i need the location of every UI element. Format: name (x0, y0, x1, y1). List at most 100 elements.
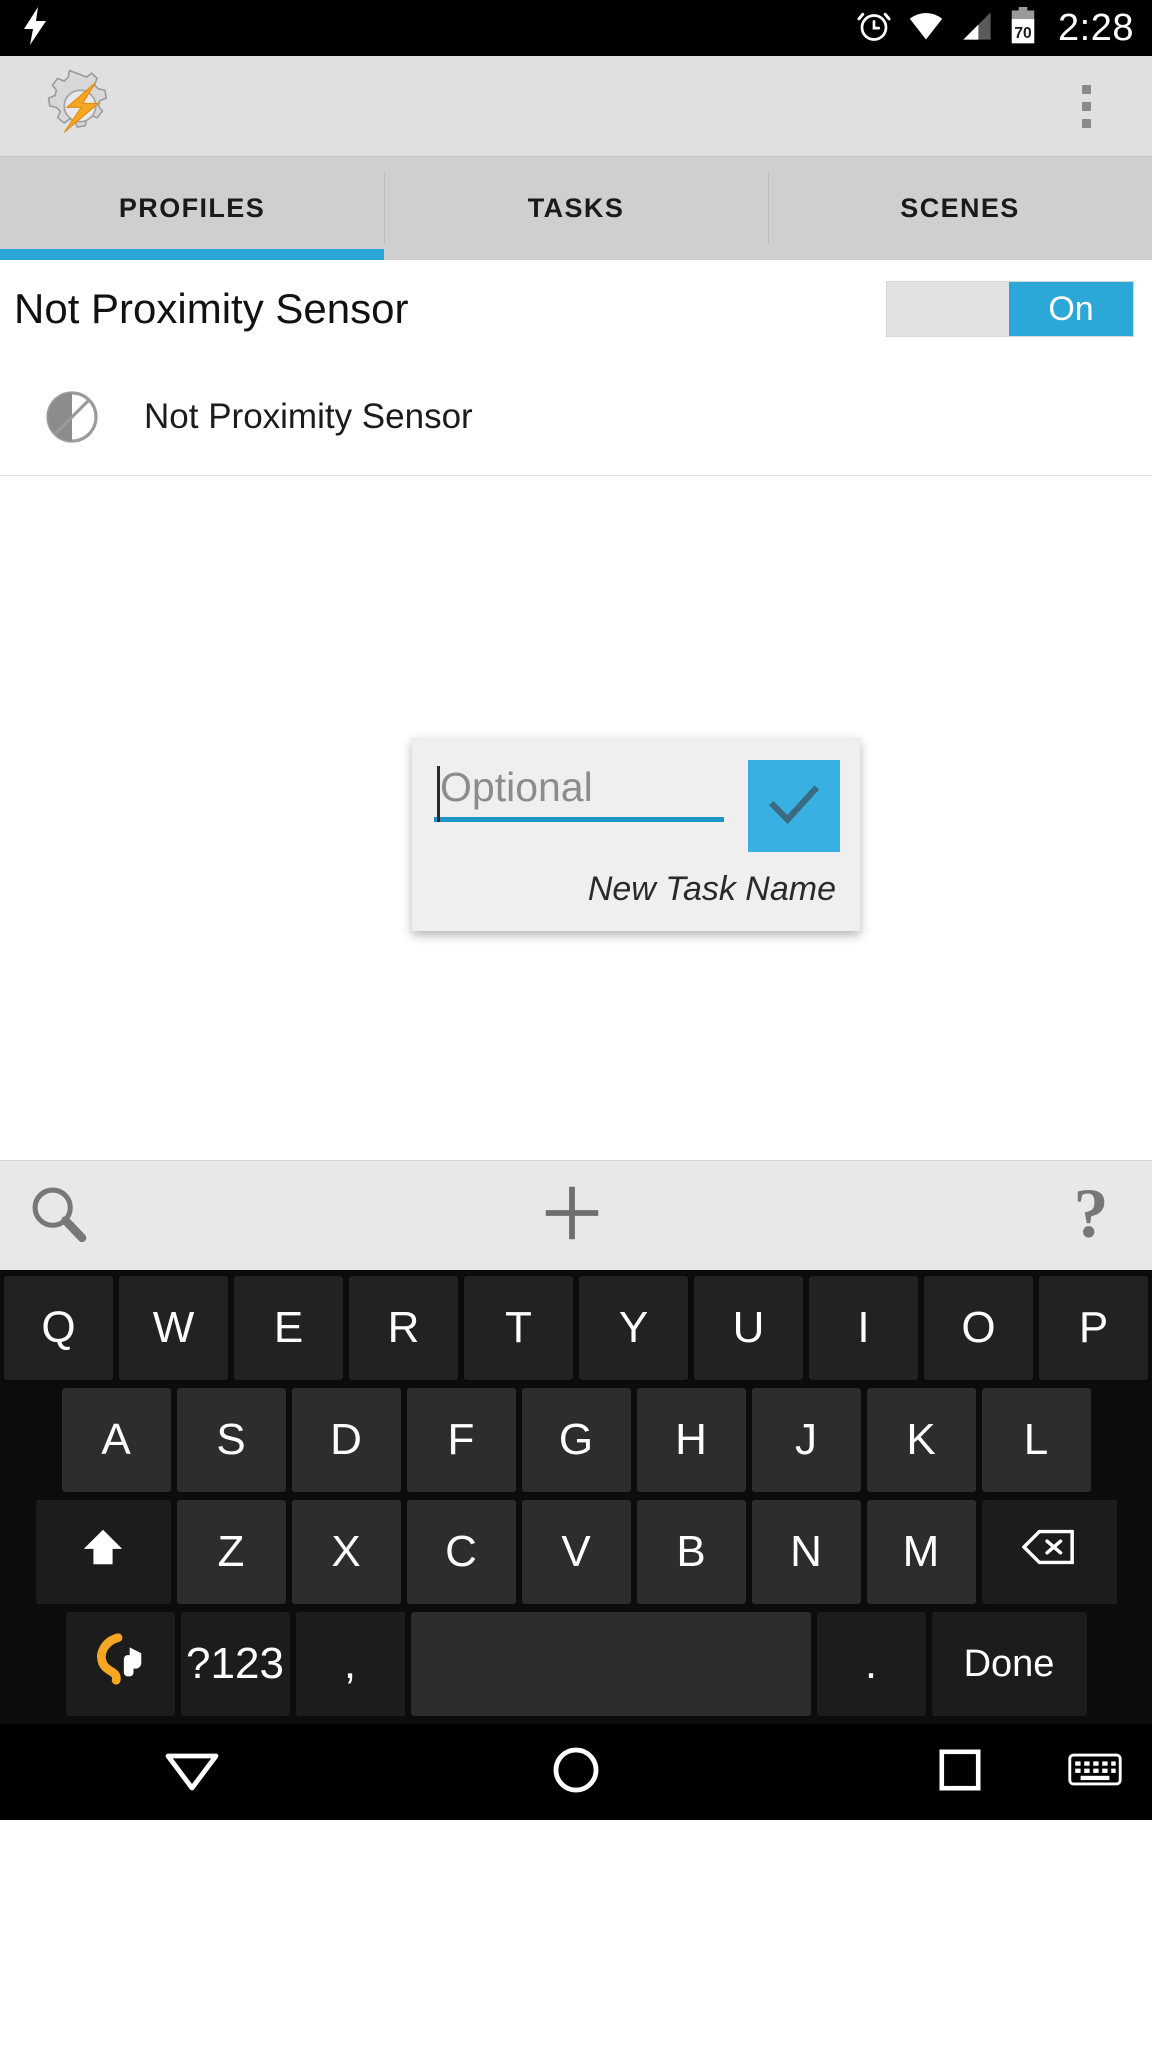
key-k[interactable]: K (866, 1388, 976, 1492)
help-button[interactable]: ? (754, 1161, 1152, 1270)
key-p[interactable]: P (1039, 1276, 1148, 1380)
key-shift[interactable] (35, 1500, 171, 1604)
key-h[interactable]: H (636, 1388, 746, 1492)
text-cursor (437, 766, 440, 822)
key-n[interactable]: N (751, 1500, 861, 1604)
dialog-input-row (432, 760, 840, 852)
key-space[interactable] (410, 1612, 811, 1716)
keyboard-row-3: Z X C V B N M (0, 1500, 1152, 1604)
status-bar-clock: 2:28 (1058, 6, 1134, 49)
status-bar-right: 70 2:28 (856, 6, 1134, 50)
input-underline (434, 817, 724, 822)
add-icon (537, 1178, 607, 1253)
key-v[interactable]: V (521, 1500, 631, 1604)
profile-context-row[interactable]: Not Proximity Sensor (0, 358, 1152, 476)
key-r[interactable]: R (349, 1276, 458, 1380)
key-l[interactable]: L (981, 1388, 1091, 1492)
tab-tasks[interactable]: TASKS (384, 157, 768, 260)
keyboard-row-2: A S D F G H J K L (0, 1388, 1152, 1492)
key-a[interactable]: A (61, 1388, 171, 1492)
search-button[interactable] (0, 1161, 390, 1270)
keyboard-row-4: ?123 , . Done (0, 1612, 1152, 1716)
confirm-button[interactable] (748, 760, 840, 852)
shift-icon (80, 1524, 126, 1581)
tab-tasks-label: TASKS (527, 193, 625, 223)
check-icon (763, 773, 825, 840)
key-z[interactable]: Z (176, 1500, 286, 1604)
profile-row[interactable]: Not Proximity Sensor On (0, 260, 1152, 358)
bottom-action-bar: ? (0, 1160, 1152, 1270)
key-g[interactable]: G (521, 1388, 631, 1492)
tab-scenes-label: SCENES (900, 193, 1020, 223)
overflow-dot (1081, 118, 1091, 128)
svg-text:?: ? (1074, 1178, 1109, 1248)
add-button[interactable] (390, 1161, 754, 1270)
tab-profiles-label: PROFILES (118, 193, 266, 223)
overflow-dot (1081, 84, 1091, 94)
nav-keyboard-switch-button[interactable] (1068, 1751, 1122, 1794)
key-j[interactable]: J (751, 1388, 861, 1492)
key-f[interactable]: F (406, 1388, 516, 1492)
home-circle-icon (552, 1746, 600, 1799)
overflow-dot (1081, 101, 1091, 111)
key-u[interactable]: U (694, 1276, 803, 1380)
alarm-clock-icon (856, 8, 892, 49)
battery-icon: 70 (1009, 6, 1037, 50)
back-triangle-icon (164, 1748, 220, 1797)
profile-context-label: Not Proximity Sensor (144, 396, 473, 436)
task-name-input[interactable] (432, 764, 724, 817)
key-tasker-input[interactable] (65, 1612, 175, 1716)
key-comma[interactable]: , (295, 1612, 405, 1716)
flash-icon (22, 6, 48, 50)
status-bar: 70 2:28 (0, 0, 1152, 56)
system-nav-bar (0, 1724, 1152, 1820)
key-d[interactable]: D (291, 1388, 401, 1492)
key-x[interactable]: X (291, 1500, 401, 1604)
profile-enable-toggle[interactable]: On (886, 281, 1134, 337)
key-symbols[interactable]: ?123 (180, 1612, 290, 1716)
on-screen-keyboard: Q W E R T Y U I O P A S D F G H J K L Z … (0, 1270, 1152, 1724)
key-m[interactable]: M (866, 1500, 976, 1604)
tab-scenes[interactable]: SCENES (768, 157, 1152, 260)
key-backspace[interactable] (981, 1500, 1117, 1604)
tab-selected-indicator (0, 249, 384, 260)
profile-name: Not Proximity Sensor (14, 285, 409, 332)
tasker-key-icon (91, 1632, 149, 1696)
key-o[interactable]: O (924, 1276, 1033, 1380)
backspace-icon (1021, 1526, 1076, 1579)
toggle-track (887, 282, 1009, 336)
status-bar-left (22, 6, 48, 50)
help-icon: ? (1064, 1175, 1118, 1253)
dialog-field-wrapper (432, 760, 724, 822)
nav-home-button[interactable] (384, 1746, 768, 1799)
tab-profiles[interactable]: PROFILES (0, 157, 384, 260)
tasker-logo-icon[interactable] (38, 64, 122, 148)
tab-bar: PROFILES TASKS SCENES (0, 156, 1152, 260)
app-bar (0, 56, 1152, 156)
key-s[interactable]: S (176, 1388, 286, 1492)
toggle-on-label: On (1009, 282, 1133, 336)
profiles-list: Not Proximity Sensor On Not Proximity Se… (0, 260, 1152, 1160)
key-c[interactable]: C (406, 1500, 516, 1604)
key-t[interactable]: T (464, 1276, 573, 1380)
cell-signal-icon (960, 11, 994, 46)
wifi-icon (907, 11, 945, 46)
state-invert-icon (44, 389, 100, 445)
recents-square-icon (937, 1747, 983, 1798)
svg-text:70: 70 (1014, 25, 1031, 42)
device-screen: 70 2:28 PROFILES TASKS SCENES Not Proxim… (0, 0, 1152, 2048)
key-i[interactable]: I (809, 1276, 918, 1380)
dialog-caption: New Task Name (587, 870, 836, 908)
nav-back-button[interactable] (0, 1748, 384, 1797)
search-icon (26, 1181, 90, 1250)
key-w[interactable]: W (119, 1276, 228, 1380)
keyboard-row-1: Q W E R T Y U I O P (0, 1276, 1152, 1380)
key-y[interactable]: Y (579, 1276, 688, 1380)
key-b[interactable]: B (636, 1500, 746, 1604)
overflow-menu-button[interactable] (1058, 71, 1114, 141)
key-q[interactable]: Q (4, 1276, 113, 1380)
key-done[interactable]: Done (931, 1612, 1087, 1716)
new-task-name-dialog: New Task Name (412, 738, 860, 931)
key-period[interactable]: . (816, 1612, 926, 1716)
key-e[interactable]: E (234, 1276, 343, 1380)
